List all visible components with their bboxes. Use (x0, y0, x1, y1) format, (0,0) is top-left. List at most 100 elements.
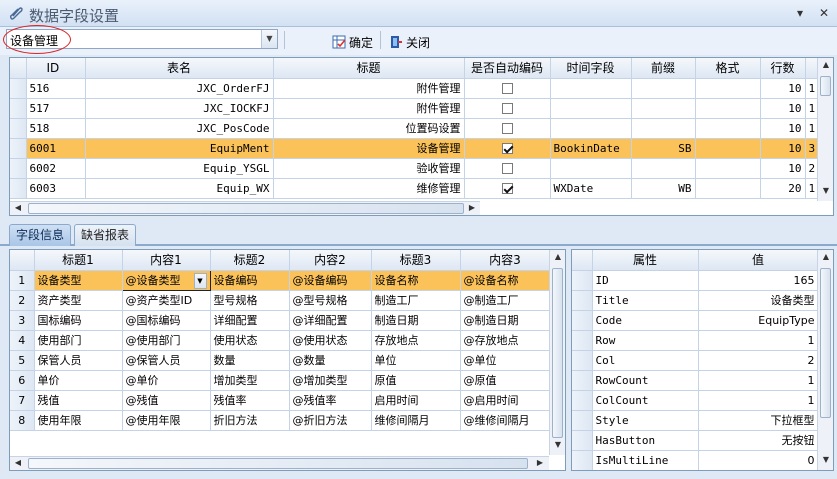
field-cell[interactable]: @详细配置 (289, 310, 372, 331)
field-cell[interactable]: @国标编码 (122, 310, 211, 331)
field-cell[interactable]: @使用年限 (122, 410, 211, 431)
column-header-content1[interactable]: 内容1 (122, 250, 211, 271)
scroll-up-icon[interactable]: ▲ (818, 252, 833, 261)
cell-time-field[interactable] (550, 78, 632, 99)
table-row[interactable]: 3 国标编码 @国标编码 详细配置 @详细配置 制造日期 @制造日期 (10, 310, 551, 331)
cell-prefix[interactable] (631, 158, 696, 179)
row-header[interactable] (572, 330, 593, 351)
cell-prefix[interactable]: SB (631, 138, 696, 159)
cell-format[interactable] (695, 158, 761, 179)
row-header[interactable] (572, 430, 593, 451)
field-cell[interactable]: 使用年限 (34, 410, 123, 431)
checkbox-icon[interactable] (501, 83, 513, 94)
field-cell[interactable]: 设备编码 (210, 270, 290, 291)
column-header-title2[interactable]: 标题2 (210, 250, 290, 271)
field-cell[interactable]: 使用部门 (34, 330, 123, 351)
field-cell[interactable]: 残值率 (210, 390, 290, 411)
scroll-left-icon[interactable]: ◀ (10, 458, 26, 467)
field-cell[interactable]: @存放地点 (460, 330, 551, 351)
column-header-prefix[interactable]: 前缀 (631, 58, 696, 79)
property-name[interactable]: Row (592, 330, 699, 351)
chevron-down-icon[interactable]: ▼ (261, 30, 277, 48)
vertical-scrollbar[interactable]: ▲ ▼ (817, 250, 833, 470)
row-header[interactable] (572, 350, 593, 371)
property-row[interactable]: Title 设备类型 (572, 290, 819, 311)
field-cell[interactable]: 折旧方法 (210, 410, 290, 431)
field-cell[interactable]: @残值 (122, 390, 211, 411)
cell-time-field[interactable] (550, 98, 632, 119)
row-number[interactable]: 3 (10, 310, 35, 331)
field-cell[interactable]: @单位 (460, 350, 551, 371)
row-header[interactable] (572, 290, 593, 311)
field-cell[interactable]: @数量 (289, 350, 372, 371)
column-header-id[interactable]: ID (26, 58, 86, 79)
property-row[interactable]: Code EquipType (572, 310, 819, 331)
table-list-grid[interactable]: ID 表名 标题 是否自动编码 时间字段 前缀 格式 行数 516 JXC_Ord… (9, 57, 834, 216)
vertical-scrollbar[interactable]: ▲ ▼ (549, 250, 565, 455)
field-cell[interactable]: 数量 (210, 350, 290, 371)
column-header-content2[interactable]: 内容2 (289, 250, 372, 271)
cell-auto-code[interactable] (464, 98, 551, 119)
field-cell[interactable]: ▼ @设备类型 (121, 269, 211, 291)
field-cell[interactable]: 存放地点 (371, 330, 461, 351)
field-cell[interactable]: 设备名称 (371, 270, 461, 291)
property-row[interactable]: RowCount 1 (572, 370, 819, 391)
row-header[interactable] (10, 178, 27, 199)
column-header-time-field[interactable]: 时间字段 (550, 58, 632, 79)
field-cell[interactable]: @增加类型 (289, 370, 372, 391)
column-header-auto-code[interactable]: 是否自动编码 (464, 58, 551, 79)
property-value[interactable]: 1 (698, 330, 819, 351)
field-cell[interactable]: 单位 (371, 350, 461, 371)
confirm-button[interactable]: 确定 (332, 33, 373, 51)
property-value[interactable]: EquipType (698, 310, 819, 331)
property-row[interactable]: ColCount 1 (572, 390, 819, 411)
field-cell[interactable]: 增加类型 (210, 370, 290, 391)
column-header-title1[interactable]: 标题1 (34, 250, 123, 271)
field-cell[interactable]: 保管人员 (34, 350, 123, 371)
cell-time-field[interactable]: BookinDate (550, 138, 632, 159)
field-cell[interactable]: @折旧方法 (289, 410, 372, 431)
scroll-down-icon[interactable]: ▼ (550, 440, 565, 449)
cell-auto-code[interactable] (464, 158, 551, 179)
field-cell[interactable]: 原值 (371, 370, 461, 391)
scroll-up-icon[interactable]: ▲ (818, 60, 833, 69)
field-cell[interactable]: 维修间隔月 (371, 410, 461, 431)
table-row[interactable]: 6 单价 @单价 增加类型 @增加类型 原值 @原值 (10, 370, 551, 391)
field-cell[interactable]: 设备类型 (34, 270, 123, 291)
table-row[interactable]: 1 设备类型 ▼ @设备类型 设备编码 @设备编码 设备名称 @设备名称 (10, 269, 551, 291)
property-name[interactable]: IsMultiLine (592, 450, 699, 470)
row-number[interactable]: 2 (10, 290, 35, 311)
cell-id[interactable]: 516 (26, 78, 86, 99)
cell-title[interactable]: 附件管理 (273, 78, 465, 99)
checked-checkbox-icon[interactable] (501, 143, 513, 154)
row-header[interactable] (572, 410, 593, 431)
scroll-thumb[interactable] (820, 76, 831, 96)
cell-format[interactable] (695, 98, 761, 119)
scroll-thumb[interactable] (552, 268, 563, 438)
table-row[interactable]: 4 使用部门 @使用部门 使用状态 @使用状态 存放地点 @存放地点 (10, 330, 551, 351)
table-row[interactable]: 7 残值 @残值 残值率 @残值率 启用时间 @启用时间 (10, 390, 551, 411)
cell-table-name[interactable]: Equip_YSGL (85, 158, 274, 179)
cell-format[interactable] (695, 178, 761, 199)
row-header[interactable] (10, 158, 27, 179)
checkbox-icon[interactable] (501, 123, 513, 134)
column-header-title[interactable]: 标题 (273, 58, 465, 79)
column-header-title3[interactable]: 标题3 (371, 250, 461, 271)
property-value[interactable]: 0 (698, 450, 819, 470)
horizontal-scrollbar[interactable]: ◀ ▶ (10, 201, 480, 215)
field-cell[interactable]: 单价 (34, 370, 123, 391)
field-cell[interactable]: 制造工厂 (371, 290, 461, 311)
cell-auto-code[interactable] (464, 118, 551, 139)
property-name[interactable]: Style (592, 410, 699, 431)
field-cell[interactable]: @资产类型ID (122, 290, 211, 311)
row-number[interactable]: 7 (10, 390, 35, 411)
cell-id[interactable]: 6003 (26, 178, 86, 199)
scroll-up-icon[interactable]: ▲ (550, 252, 565, 261)
field-cell[interactable]: 残值 (34, 390, 123, 411)
cell-auto-code[interactable] (464, 138, 551, 159)
scroll-thumb[interactable] (820, 268, 831, 418)
cell-format[interactable] (695, 78, 761, 99)
row-number[interactable]: 4 (10, 330, 35, 351)
field-cell[interactable]: 国标编码 (34, 310, 123, 331)
cell-table-name[interactable]: Equip_WX (85, 178, 274, 199)
